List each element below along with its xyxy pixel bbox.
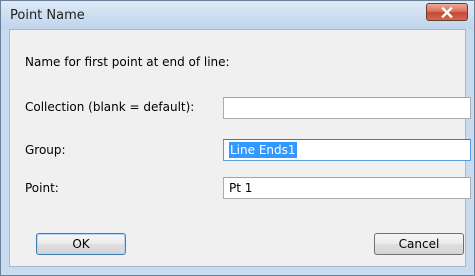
- point-name-dialog: Point Name Name for first point at end o…: [0, 0, 475, 276]
- ok-button[interactable]: OK: [36, 233, 126, 255]
- group-input-selected-text: Line Ends1: [229, 142, 297, 158]
- close-icon: [427, 4, 467, 20]
- point-label: Point:: [25, 181, 59, 195]
- group-label: Group:: [25, 143, 66, 157]
- collection-input[interactable]: [223, 97, 471, 119]
- title-bar[interactable]: Point Name: [1, 1, 474, 29]
- collection-label: Collection (blank = default):: [25, 100, 195, 114]
- cancel-button[interactable]: Cancel: [374, 233, 464, 255]
- close-button[interactable]: [426, 3, 468, 21]
- point-input[interactable]: Pt 1: [223, 177, 471, 199]
- prompt-text: Name for first point at end of line:: [25, 55, 230, 69]
- window-title: Point Name: [10, 8, 85, 23]
- group-input[interactable]: Line Ends1: [223, 139, 471, 161]
- dialog-body: Name for first point at end of line: Col…: [9, 29, 471, 267]
